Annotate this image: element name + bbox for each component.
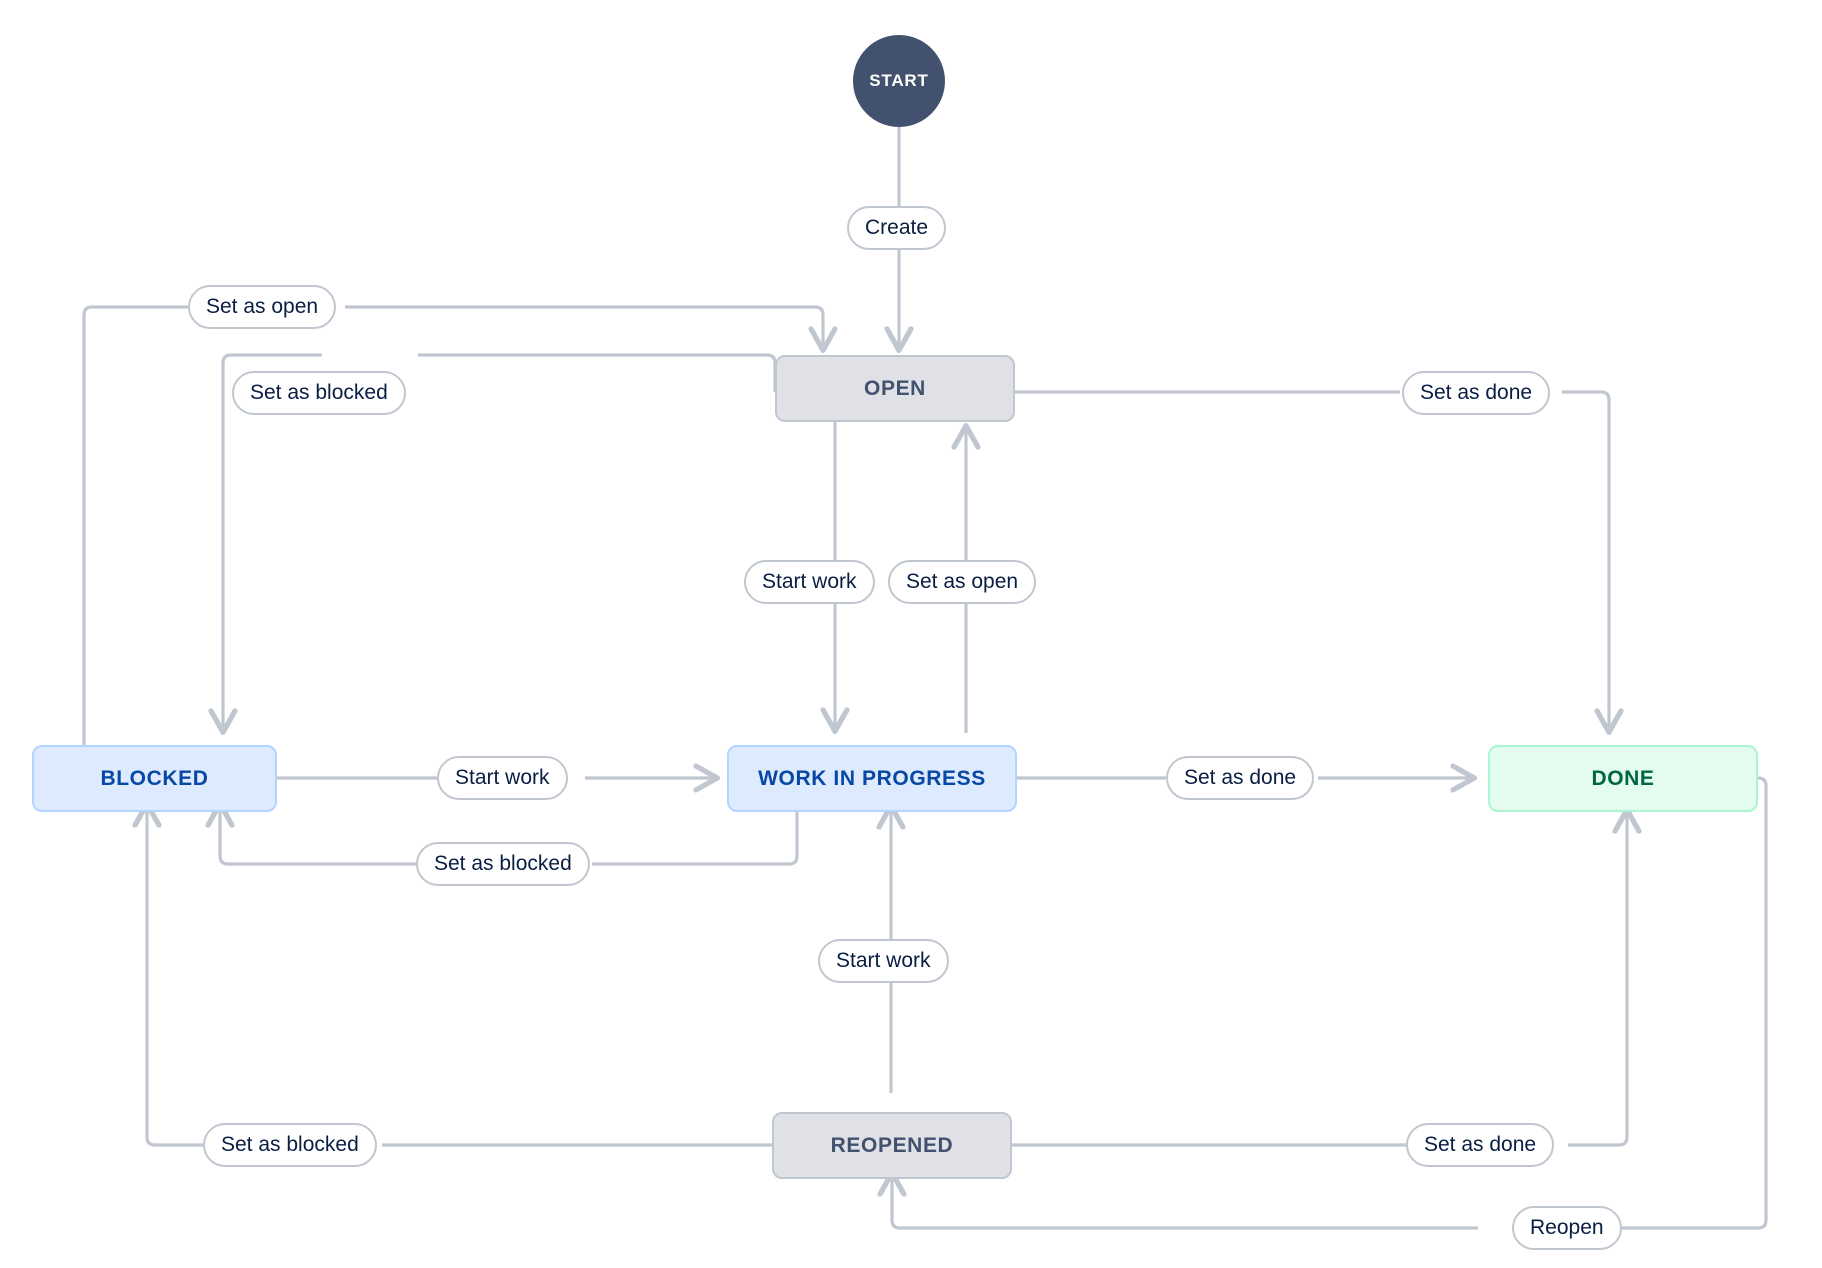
transition-label-reopened-to-blocked[interactable]: Set as blocked bbox=[203, 1123, 377, 1167]
transition-wip-to-done-text: Set as done bbox=[1184, 766, 1297, 789]
node-start[interactable]: START bbox=[853, 35, 945, 127]
transition-create-text: Create bbox=[865, 216, 929, 239]
transition-label-open-to-blocked[interactable]: Set as blocked bbox=[232, 371, 406, 415]
transition-label-reopened-to-done[interactable]: Set as done bbox=[1406, 1123, 1555, 1167]
transition-label-blocked-to-wip[interactable]: Start work bbox=[437, 756, 568, 800]
edge-reopened-to-done-b bbox=[1568, 812, 1627, 1147]
transition-blocked-to-wip-text: Start work bbox=[455, 766, 550, 789]
transition-open-to-done-text: Set as done bbox=[1420, 381, 1533, 404]
edge-open-to-blocked-a bbox=[418, 353, 777, 392]
transition-wip-to-blocked-text: Set as blocked bbox=[434, 852, 572, 875]
transition-label-open-to-wip[interactable]: Start work bbox=[744, 560, 875, 604]
node-done[interactable]: DONE bbox=[1488, 745, 1758, 812]
transition-label-wip-to-done[interactable]: Set as done bbox=[1166, 756, 1315, 800]
transition-open-to-blocked-text: Set as blocked bbox=[250, 381, 388, 404]
node-reopened-label: REOPENED bbox=[830, 1133, 954, 1157]
transition-label-wip-to-blocked[interactable]: Set as blocked bbox=[416, 842, 590, 886]
edge-done-to-reopened-a bbox=[1592, 776, 1768, 1230]
transition-label-done-to-reopened[interactable]: Reopen bbox=[1512, 1206, 1622, 1250]
node-start-label: START bbox=[869, 71, 929, 90]
transition-done-to-reopened-text: Reopen bbox=[1530, 1216, 1604, 1239]
node-blocked-label: BLOCKED bbox=[100, 766, 209, 790]
transition-label-open-to-done[interactable]: Set as done bbox=[1402, 371, 1551, 415]
edge-done-to-reopened-b bbox=[892, 1175, 1478, 1230]
transition-wip-to-open-text: Set as open bbox=[906, 570, 1019, 593]
transition-reopened-to-done-text: Set as done bbox=[1424, 1133, 1537, 1156]
edge-reopened-to-blocked-b bbox=[147, 806, 205, 1147]
node-open-label: OPEN bbox=[864, 376, 926, 400]
workflow-diagram-canvas: START OPEN BLOCKED WORK IN PROGRESS DONE… bbox=[0, 0, 1822, 1268]
edge-wip-to-blocked-b bbox=[220, 806, 418, 866]
edge-layer bbox=[82, 110, 1768, 1230]
transition-label-blocked-to-open[interactable]: Set as open bbox=[188, 285, 337, 329]
transition-label-reopened-to-wip[interactable]: Start work bbox=[818, 939, 949, 983]
transition-reopened-to-wip-text: Start work bbox=[836, 949, 931, 972]
edge-blocked-to-open-b bbox=[345, 305, 823, 348]
transition-reopened-to-blocked-text: Set as blocked bbox=[221, 1133, 359, 1156]
transition-label-wip-to-open[interactable]: Set as open bbox=[888, 560, 1037, 604]
edge-blocked-to-open-a bbox=[82, 305, 188, 760]
node-blocked[interactable]: BLOCKED bbox=[32, 745, 277, 812]
transition-label-create[interactable]: Create bbox=[847, 206, 947, 250]
node-work-in-progress-label: WORK IN PROGRESS bbox=[758, 766, 986, 790]
node-done-label: DONE bbox=[1591, 766, 1655, 790]
node-reopened[interactable]: REOPENED bbox=[772, 1112, 1012, 1179]
transition-open-to-wip-text: Start work bbox=[762, 570, 857, 593]
transition-blocked-to-open-text: Set as open bbox=[206, 295, 319, 318]
edge-open-to-done-b bbox=[1562, 390, 1609, 730]
node-open[interactable]: OPEN bbox=[775, 355, 1015, 422]
node-work-in-progress[interactable]: WORK IN PROGRESS bbox=[727, 745, 1017, 812]
